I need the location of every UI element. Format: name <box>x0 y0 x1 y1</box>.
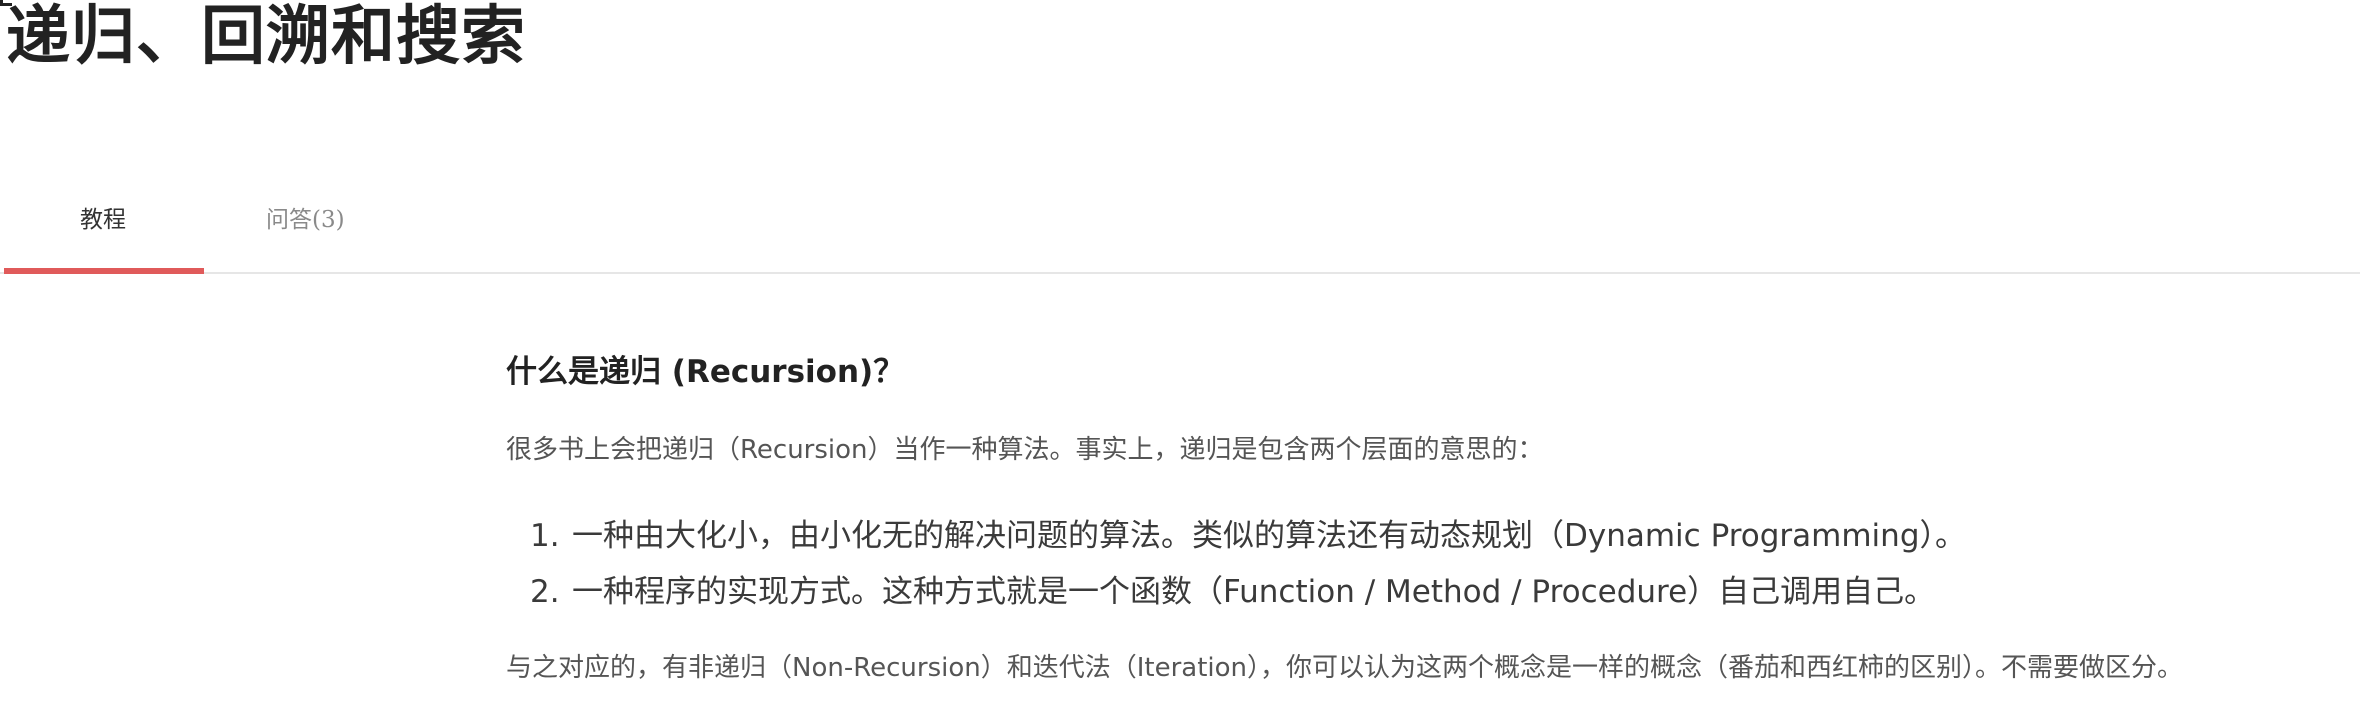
page-title: 递归、回溯和搜索 <box>6 0 526 74</box>
tab-qa-label: 问答(3) <box>266 207 345 233</box>
ordered-list: 1. 一种由大化小，由小化无的解决问题的算法。类似的算法还有动态规划（Dynami… <box>530 508 1966 620</box>
page: 递归、回溯和搜索 教程 问答(3) 什么是递归 (Recursion)？ 很多书… <box>0 0 2360 706</box>
list-item: 2. 一种程序的实现方式。这种方式就是一个函数（Function / Method… <box>530 564 1966 620</box>
outro-paragraph: 与之对应的，有非递归（Non-Recursion）和迭代法（Iteration）… <box>506 653 2184 683</box>
tab-qa[interactable]: 问答(3) <box>266 190 376 272</box>
tab-bar: 教程 问答(3) <box>0 190 2360 274</box>
tab-tutorial-label: 教程 <box>80 207 126 233</box>
tab-tutorial[interactable]: 教程 <box>4 190 204 274</box>
active-tab-indicator <box>4 268 204 274</box>
list-item-text: 一种程序的实现方式。这种方式就是一个函数（Function / Method /… <box>572 574 1936 610</box>
intro-paragraph: 很多书上会把递归（Recursion）当作一种算法。事实上，递归是包含两个层面的… <box>506 435 1544 465</box>
list-item-text: 一种由大化小，由小化无的解决问题的算法。类似的算法还有动态规划（Dynamic … <box>572 518 1966 554</box>
list-item-number: 2. <box>530 574 560 610</box>
list-item-number: 1. <box>530 518 560 554</box>
list-item: 1. 一种由大化小，由小化无的解决问题的算法。类似的算法还有动态规划（Dynami… <box>530 508 1966 564</box>
section-heading: 什么是递归 (Recursion)？ <box>506 354 905 390</box>
